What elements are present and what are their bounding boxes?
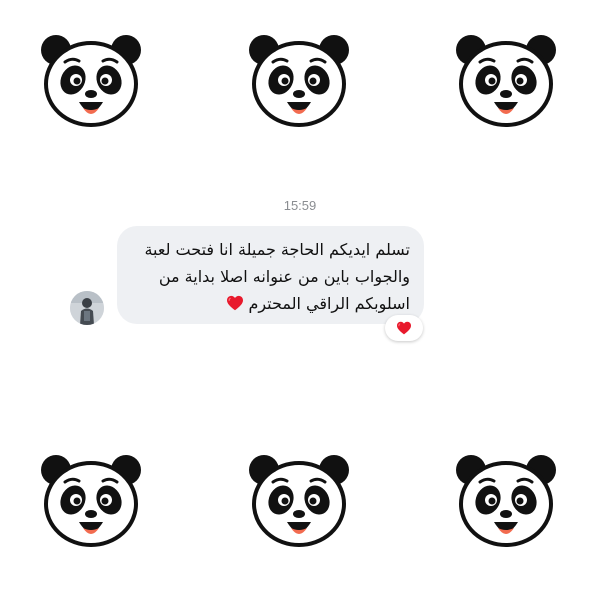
- message-line: والجواب باين من عنوانه اصلا بداية من: [158, 267, 410, 286]
- red-heart-emoji-icon: [226, 295, 244, 311]
- panda-face-icon: [247, 450, 351, 548]
- panda-face-icon: [454, 450, 558, 548]
- heart-reaction-badge[interactable]: [385, 315, 423, 341]
- panda-face-icon: [454, 30, 558, 128]
- message-bubble[interactable]: تسلم ايديكم الحاجة جميلة انا فتحت لعبة و…: [117, 226, 424, 324]
- message-line-with-emoji: اسلوبكم الراقي المحترم: [129, 290, 410, 317]
- panda-face-icon: [39, 30, 143, 128]
- sender-avatar[interactable]: [70, 291, 104, 325]
- message-line: تسلم ايديكم الحاجة جميلة انا فتحت لعبة: [144, 240, 410, 259]
- message-line: اسلوبكم الراقي المحترم: [248, 294, 410, 313]
- panda-face-icon: [39, 450, 143, 548]
- red-heart-emoji-icon: [397, 321, 411, 335]
- message-timestamp: 15:59: [283, 198, 317, 213]
- panda-face-icon: [247, 30, 351, 128]
